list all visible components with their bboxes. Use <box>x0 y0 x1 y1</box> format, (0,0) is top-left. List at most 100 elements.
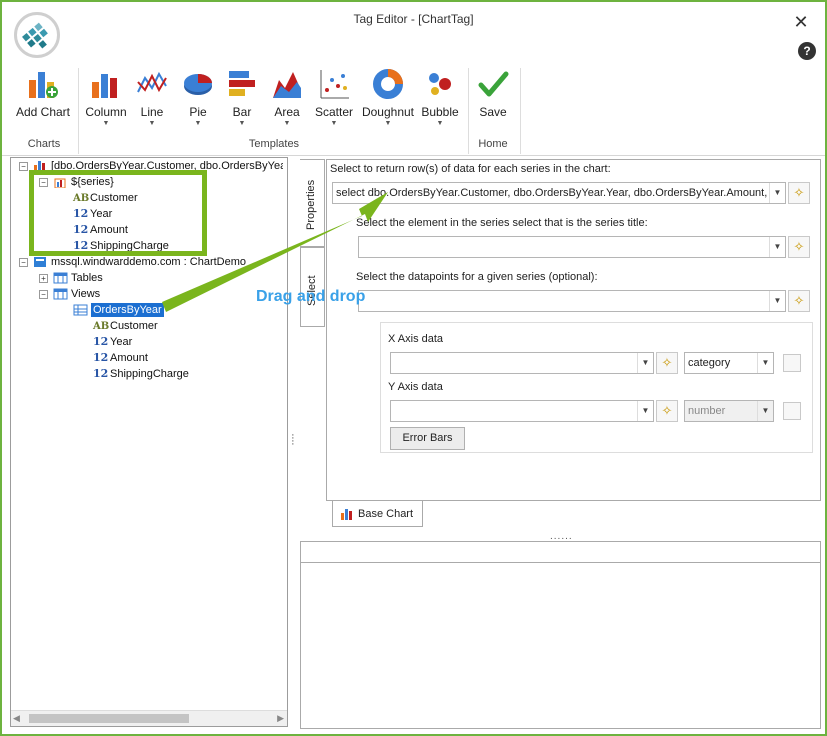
bar-label: Bar <box>232 105 252 119</box>
tree-tables-node[interactable]: Tables <box>53 271 103 285</box>
x-axis-settings-icon[interactable] <box>783 354 801 372</box>
scatter-chart-icon <box>320 70 349 99</box>
splitter-grip-icon[interactable]: · · · · <box>291 430 297 450</box>
base-chart-label: Base Chart <box>358 508 414 520</box>
field-label: Customer <box>110 320 158 332</box>
doughnut-button[interactable]: Doughnut ▼ <box>361 66 415 130</box>
save-label: Save <box>479 105 507 119</box>
add-chart-button[interactable]: Add Chart <box>14 66 72 130</box>
tree-field-node[interactable]: 12 ShippingCharge <box>93 367 189 381</box>
group-home-label: Home <box>478 138 508 150</box>
collapse-toggle[interactable]: − <box>39 290 48 299</box>
chevron-down-icon[interactable]: ▼ <box>757 353 773 373</box>
tree-views-node[interactable]: Views <box>53 287 100 301</box>
y-axis-settings-icon[interactable] <box>783 402 801 420</box>
number-type-icon: 12 <box>93 367 109 380</box>
area-label: Area <box>274 105 300 119</box>
datapoints-combo[interactable]: ▼ <box>358 290 786 312</box>
add-chart-icon <box>29 72 58 98</box>
chevron-down-icon: ▼ <box>102 120 110 127</box>
chevron-down-icon: ▼ <box>330 120 338 127</box>
view-table-icon <box>73 304 88 316</box>
views-label: Views <box>71 288 101 300</box>
collapse-toggle[interactable]: − <box>19 258 28 267</box>
magic-wand-icon[interactable]: ✧ <box>788 182 810 204</box>
checkmark-icon <box>478 71 509 97</box>
chevron-down-icon[interactable]: ▼ <box>757 401 773 421</box>
x-axis-label: X Axis data <box>388 333 444 345</box>
magic-wand-icon[interactable]: ✧ <box>656 352 678 374</box>
x-axis-type-value: category <box>688 357 731 369</box>
y-axis-type-value: number <box>688 405 726 417</box>
table-icon <box>53 272 68 284</box>
help-icon[interactable]: ? <box>798 42 816 60</box>
y-axis-type-select[interactable]: number ▼ <box>684 400 774 422</box>
scatter-label: Scatter <box>314 105 353 119</box>
chevron-down-icon: ▼ <box>194 120 202 127</box>
tab-properties[interactable]: Properties <box>300 159 325 247</box>
number-type-icon: 12 <box>93 351 109 364</box>
tree-datasource-node[interactable]: mssql.windwarddemo.com : ChartDemo <box>33 255 246 269</box>
error-bars-button[interactable]: Error Bars <box>390 427 465 450</box>
drag-and-drop-annotation: Drag and drop <box>256 288 366 305</box>
bubble-chart-icon <box>429 73 451 95</box>
bar-button[interactable]: Bar ▼ <box>220 66 264 130</box>
horizontal-scrollbar[interactable]: ◀ ▶ <box>11 710 287 726</box>
datapoints-label: Select the datapoints for a given series… <box>356 271 598 283</box>
tab-select[interactable]: Select <box>300 247 325 327</box>
field-label: ShippingCharge <box>110 368 189 380</box>
scroll-left-icon[interactable]: ◀ <box>13 713 20 724</box>
magic-wand-icon[interactable]: ✧ <box>788 290 810 312</box>
scrollbar-thumb[interactable] <box>29 714 189 723</box>
x-axis-combo[interactable]: ▼ <box>390 352 654 374</box>
ribbon-separator <box>520 68 521 154</box>
series-select-combo[interactable]: select dbo.OrdersByYear.Customer, dbo.Or… <box>332 182 786 204</box>
number-type-icon: 12 <box>93 335 109 348</box>
database-icon <box>34 257 46 268</box>
chevron-down-icon[interactable]: ▼ <box>769 237 785 257</box>
chevron-down-icon[interactable]: ▼ <box>637 401 653 421</box>
bubble-button[interactable]: Bubble ▼ <box>417 66 463 130</box>
scroll-right-icon[interactable]: ▶ <box>277 713 284 724</box>
tree-field-node[interactable]: 12 Year <box>93 335 132 349</box>
chevron-down-icon: ▼ <box>238 120 246 127</box>
collapse-toggle[interactable]: − <box>19 162 28 171</box>
chevron-down-icon: ▼ <box>148 120 156 127</box>
column-button[interactable]: Column ▼ <box>84 66 128 130</box>
chevron-down-icon[interactable]: ▼ <box>637 353 653 373</box>
series-select-label: Select to return row(s) of data for each… <box>330 163 611 175</box>
tree-field-node[interactable]: ABCustomer <box>93 319 158 333</box>
chevron-down-icon[interactable]: ▼ <box>769 291 785 311</box>
scatter-button[interactable]: Scatter ▼ <box>311 66 357 130</box>
magic-wand-icon[interactable]: ✧ <box>656 400 678 422</box>
highlight-box <box>29 170 207 256</box>
group-templates-label: Templates <box>248 138 300 150</box>
magic-wand-icon[interactable]: ✧ <box>788 236 810 258</box>
y-axis-combo[interactable]: ▼ <box>390 400 654 422</box>
chevron-down-icon[interactable]: ▼ <box>769 183 785 203</box>
series-title-combo[interactable]: ▼ <box>358 236 786 258</box>
chevron-down-icon: ▼ <box>283 120 291 127</box>
x-axis-type-select[interactable]: category ▼ <box>684 352 774 374</box>
line-chart-icon <box>137 71 167 93</box>
preview-panel <box>300 541 821 729</box>
area-button[interactable]: Area ▼ <box>265 66 309 130</box>
group-charts-label: Charts <box>27 138 61 150</box>
close-icon[interactable]: ✕ <box>792 12 810 33</box>
pie-button[interactable]: Pie ▼ <box>176 66 220 130</box>
column-label: Column <box>85 105 127 119</box>
tree-view-node-selected[interactable]: OrdersByYear <box>73 303 164 317</box>
tab-properties-label: Properties <box>305 179 317 230</box>
text-type-icon: AB <box>93 321 110 332</box>
line-button[interactable]: Line ▼ <box>130 66 174 130</box>
tree-field-node[interactable]: 12 Amount <box>93 351 148 365</box>
field-label: Amount <box>110 352 148 364</box>
line-label: Line <box>140 105 164 119</box>
selected-view-label: OrdersByYear <box>91 303 164 317</box>
save-button[interactable]: Save <box>472 66 514 130</box>
series-title-label: Select the element in the series select … <box>356 217 648 229</box>
expand-toggle[interactable]: + <box>39 274 48 283</box>
area-chart-icon <box>273 72 301 98</box>
y-axis-label: Y Axis data <box>388 381 443 393</box>
tab-base-chart[interactable]: Base Chart <box>332 501 423 527</box>
